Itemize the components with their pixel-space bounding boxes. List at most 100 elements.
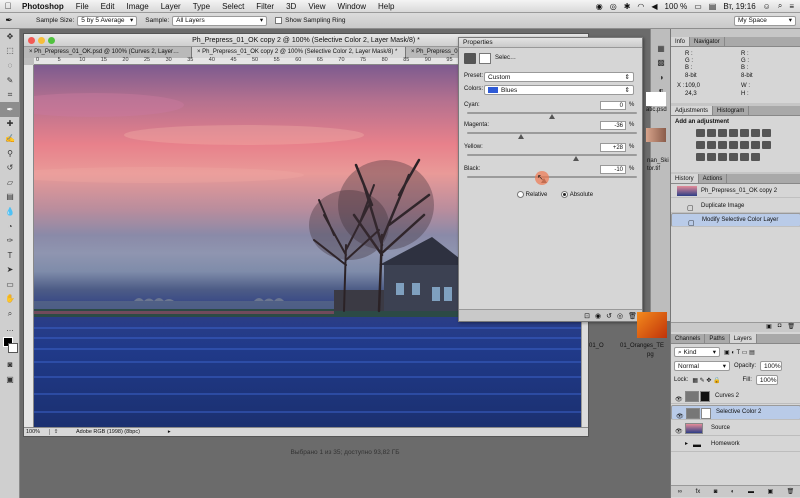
add-mask-icon[interactable]: ◙ [714, 489, 718, 495]
slider-thumb[interactable] [549, 114, 555, 119]
tab-history[interactable]: History [671, 174, 699, 183]
user-icon[interactable]: ☺ [763, 2, 771, 11]
tab-adjustments[interactable]: Adjustments [671, 106, 714, 115]
new-document-icon[interactable]: ▣ [766, 323, 772, 332]
tab-navigator[interactable]: Navigator [690, 37, 725, 46]
wifi-icon[interactable]: ◠ [637, 2, 644, 11]
colors-select[interactable]: Blues ⇕ [484, 85, 634, 95]
camera-icon[interactable]: ◘ [778, 323, 782, 332]
pen-tool-icon[interactable]: ✑ [0, 233, 20, 248]
healing-tool-icon[interactable]: ✚ [0, 117, 20, 132]
quick-mask-icon[interactable]: ◙ [0, 357, 20, 372]
history-item-modify[interactable]: ▢ Modify Selective Color Layer [671, 213, 800, 227]
new-layer-icon[interactable]: ▣ [767, 488, 773, 495]
filter-kind-select[interactable]: ⌕ Kind ▾ [674, 347, 720, 357]
close-window-icon[interactable] [28, 37, 35, 44]
desktop-file-label[interactable]: atic.psd [646, 107, 667, 113]
layer-row-curves[interactable]: 👁 Curves 2 [671, 389, 800, 404]
history-brush-icon[interactable]: ↺ [0, 160, 20, 175]
menu-file[interactable]: File [70, 0, 95, 13]
preset-select[interactable]: Custom ⇕ [484, 72, 634, 82]
export-icon[interactable]: ⇪ [50, 429, 62, 435]
tab-histogram[interactable]: Histogram [713, 106, 750, 115]
brush-tool-icon[interactable]: ✍ [0, 131, 20, 146]
sample-select[interactable]: All Layers ▾ [172, 15, 268, 26]
apple-menu-icon[interactable]:  [0, 1, 16, 11]
slider-value-input[interactable]: 0 [600, 101, 626, 110]
desktop-file-label[interactable]: nan_Ski [647, 158, 669, 164]
workspace-select[interactable]: My Space ▾ [734, 15, 796, 26]
eraser-tool-icon[interactable]: ▱ [0, 175, 20, 190]
desktop-file-label[interactable]: 01_Oranges_TE [620, 343, 664, 349]
zoom-window-icon[interactable] [48, 37, 55, 44]
move-tool-icon[interactable]: ✥ [0, 29, 20, 44]
desktop-file-thumb[interactable] [646, 128, 666, 142]
delete-icon[interactable]: 🗑 [628, 312, 637, 320]
menu-select[interactable]: Select [216, 0, 250, 13]
status-menu-arrow-icon[interactable]: ▸ [168, 429, 171, 435]
list-icon[interactable]: ≡ [789, 2, 794, 11]
flag-icon[interactable]: ▤ [709, 2, 717, 11]
menu-window[interactable]: Window [332, 0, 372, 13]
slider-track[interactable] [467, 176, 637, 178]
minimize-window-icon[interactable] [38, 37, 45, 44]
background-color-swatch[interactable] [8, 343, 18, 354]
lasso-tool-icon[interactable]: ◌ [0, 58, 20, 73]
slider-track[interactable] [467, 132, 637, 134]
hand-tool-icon[interactable]: ✋ [0, 292, 20, 307]
tab-paths[interactable]: Paths [705, 334, 730, 343]
sample-size-select[interactable]: 5 by 5 Average ▾ [77, 15, 138, 26]
path-select-icon[interactable]: ➤ [0, 263, 20, 278]
clock[interactable]: Вт, 19:16 [723, 2, 755, 11]
slider-value-input[interactable]: -10 [600, 165, 626, 174]
filter-icons[interactable]: ▣ ◐ T ▭ ▤ [724, 349, 755, 356]
lock-icons[interactable]: ▦ ✎ ✥ 🔒 [692, 377, 720, 384]
trash-icon[interactable]: 🗑 [787, 488, 795, 495]
adjustment-icons-row-3[interactable] [671, 152, 800, 164]
menu-edit[interactable]: Edit [95, 0, 121, 13]
fill-input[interactable]: 100% [755, 375, 778, 385]
layer-mask-thumbnail[interactable] [700, 391, 710, 402]
tab-actions[interactable]: Actions [699, 174, 728, 183]
menu-view[interactable]: View [302, 0, 331, 13]
desktop-file-thumb[interactable] [646, 92, 666, 106]
slider-track[interactable] [467, 154, 637, 156]
slider-thumb[interactable] [572, 156, 579, 161]
fx-icon[interactable]: fx [696, 489, 701, 495]
tab-layers[interactable]: Layers [729, 334, 757, 343]
dodge-tool-icon[interactable]: ◔ [0, 219, 20, 234]
menu-photoshop[interactable]: Photoshop [16, 0, 70, 13]
absolute-radio[interactable] [561, 191, 569, 198]
slider-value-input[interactable]: +28 [600, 143, 626, 152]
menu-layer[interactable]: Layer [155, 0, 187, 13]
trash-icon[interactable]: 🗑 [787, 323, 795, 332]
adjustment-icons-row-1[interactable] [671, 128, 800, 140]
relative-option[interactable]: Relative [517, 191, 547, 198]
menu-type[interactable]: Type [187, 0, 216, 13]
adjust-panel-icon[interactable]: ◑ [651, 70, 671, 85]
adjustment-icons-row-2[interactable] [671, 140, 800, 152]
more-tools-icon[interactable]: … [0, 321, 20, 336]
zoom-tool-icon[interactable]: ⌕ [0, 306, 20, 321]
reset-icon[interactable]: ↺ [606, 312, 612, 320]
marquee-tool-icon[interactable]: ⬚ [0, 44, 20, 59]
color-swatches[interactable] [0, 335, 19, 357]
history-snapshot[interactable]: Ph_Prepress_01_OK copy 2 [671, 184, 800, 198]
desktop-file-label[interactable]: pg [647, 352, 654, 358]
status-icon[interactable]: ◉ [596, 2, 603, 11]
desktop-file-thumb[interactable] [637, 312, 667, 338]
screen-mode-icon[interactable]: ▣ [0, 372, 20, 387]
vertical-ruler[interactable] [24, 65, 34, 427]
layer-mask-icon[interactable] [479, 53, 491, 64]
zoom-value[interactable]: 100% [24, 429, 50, 435]
history-panel-icon[interactable]: ▦ [651, 41, 671, 56]
blur-tool-icon[interactable]: 💧 [0, 204, 20, 219]
menu-help[interactable]: Help [372, 0, 400, 13]
gradient-tool-icon[interactable]: ▤ [0, 190, 20, 205]
clip-to-layer-icon[interactable]: ⊡ [584, 312, 590, 320]
slider-value-input[interactable]: -36 [600, 121, 626, 130]
volume-icon[interactable]: ◀ [651, 2, 657, 11]
shape-tool-icon[interactable]: ▭ [0, 277, 20, 292]
layer-row-homework[interactable]: ▸ ▬ Homework [671, 437, 800, 452]
relative-radio[interactable] [517, 191, 524, 198]
